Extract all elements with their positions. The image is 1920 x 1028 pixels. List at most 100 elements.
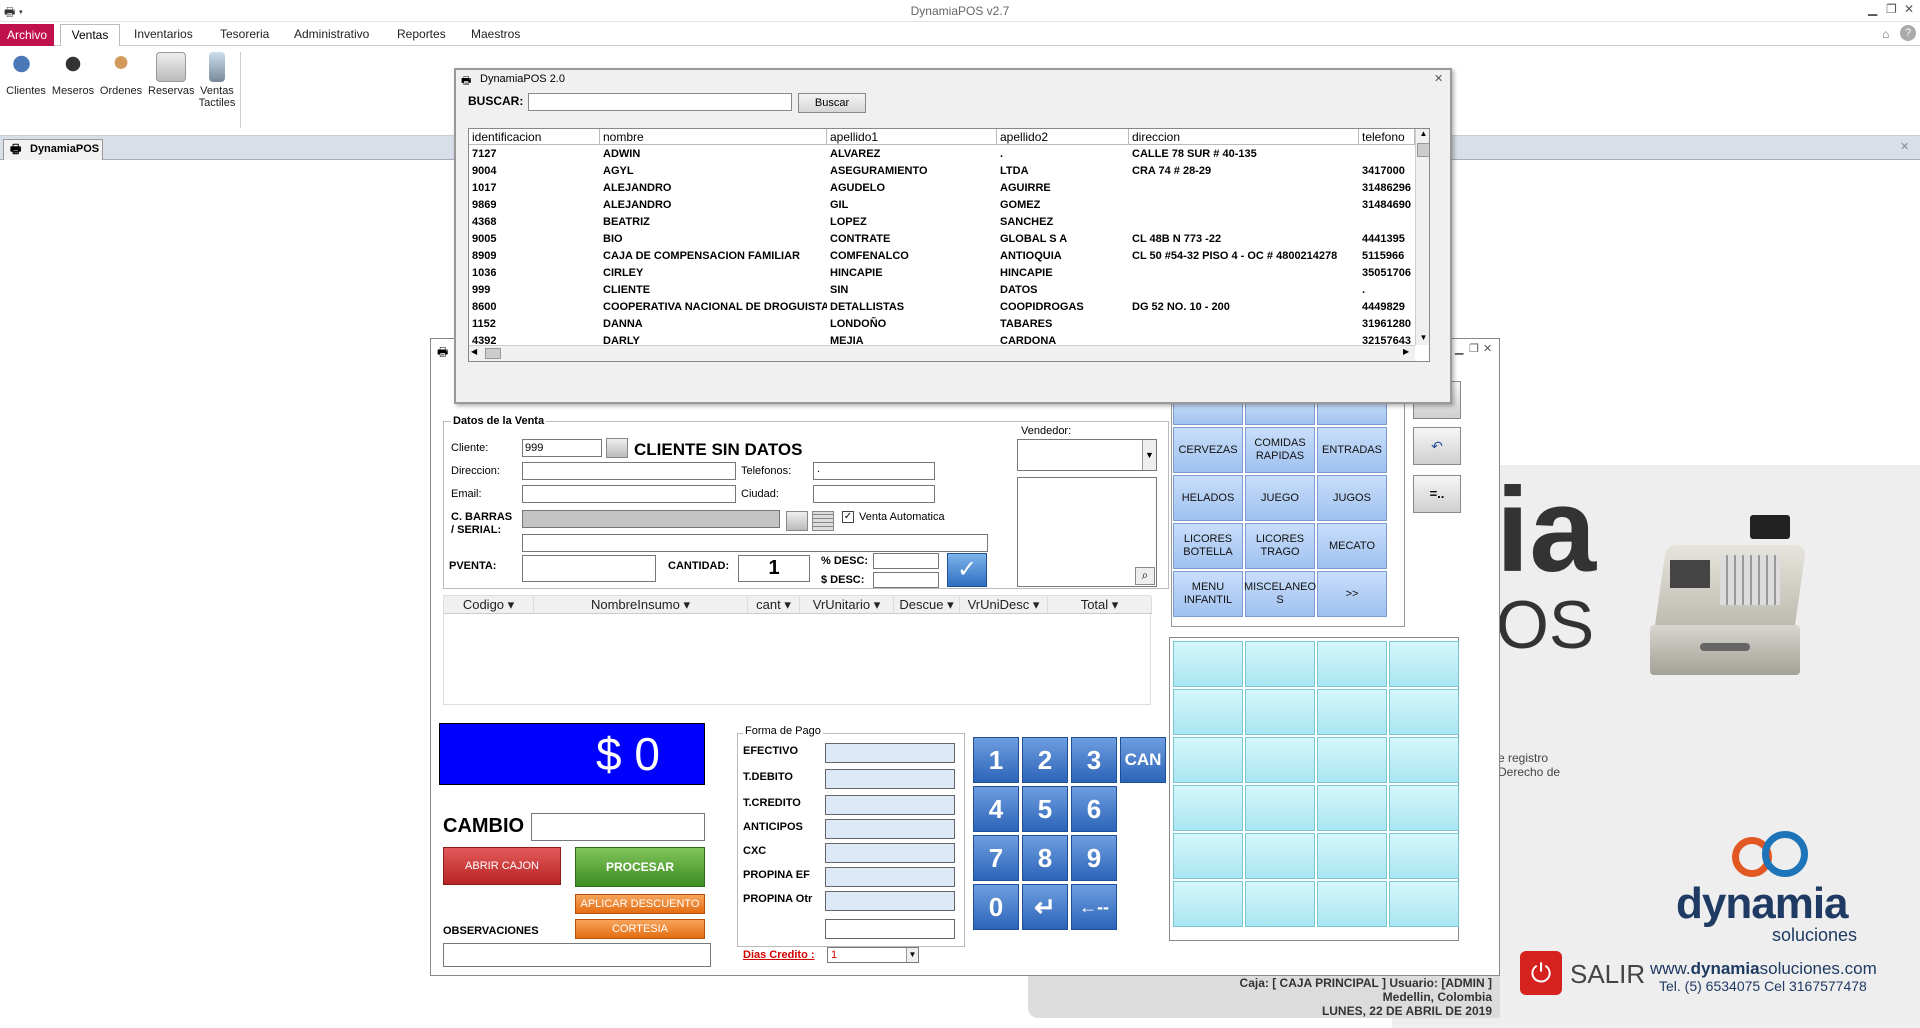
col-nombreinsumo[interactable]: NombreInsumo ▾ [534, 596, 748, 613]
key-backspace[interactable]: ←-- [1071, 884, 1117, 930]
scroll-down-icon[interactable]: ▼ [1416, 333, 1429, 345]
product-slot[interactable] [1173, 785, 1243, 831]
product-slot[interactable] [1173, 881, 1243, 927]
scroll-right-icon[interactable]: ▶ [1403, 347, 1409, 356]
result-row[interactable]: 8909 CAJA DE COMPENSACION FAMILIAR COMFENA… [469, 248, 1415, 265]
key-enter[interactable]: ↵ [1022, 884, 1068, 930]
cambio-input[interactable] [531, 813, 705, 841]
key-7[interactable]: 7 [973, 835, 1019, 881]
telefonos-input[interactable]: . [813, 462, 935, 480]
col-total[interactable]: Total ▾ [1048, 596, 1152, 613]
col-apellido2[interactable]: apellido2 [997, 129, 1129, 145]
clientes-button[interactable]: Clientes [3, 52, 49, 97]
efectivo-input[interactable] [825, 743, 955, 763]
cliente-input[interactable]: 999 [522, 439, 602, 457]
key-4[interactable]: 4 [973, 786, 1019, 832]
col-identificacion[interactable]: identificacion [469, 129, 600, 145]
collapse-ribbon-icon[interactable]: ⌂ [1882, 27, 1889, 41]
result-row[interactable]: 9869 ALEJANDRO GIL GOMEZ 31484690 [469, 197, 1415, 214]
col-vrunidesc[interactable]: VrUniDesc ▾ [960, 596, 1048, 613]
anticipos-input[interactable] [825, 819, 955, 839]
cxc-input[interactable] [825, 843, 955, 863]
calculator-button[interactable]: =.. [1413, 475, 1461, 513]
key-6[interactable]: 6 [1071, 786, 1117, 832]
dias-credito-select[interactable]: 1 ▼ [827, 947, 919, 963]
tab-dynamiapos[interactable]: 🖶 DynamiaPOS [3, 139, 103, 160]
result-row[interactable]: 999 CLIENTE SIN DATOS. [469, 282, 1415, 299]
menu-maestros[interactable]: Maestros [471, 27, 520, 41]
key-5[interactable]: 5 [1022, 786, 1068, 832]
product-slot[interactable] [1317, 833, 1387, 879]
help-icon[interactable]: ? [1900, 25, 1916, 41]
agregar-producto-icon[interactable] [786, 511, 808, 531]
result-row[interactable]: 8600 COOPERATIVA NACIONAL DE DROGUISTA DET… [469, 299, 1415, 316]
key-0[interactable]: 0 [973, 884, 1019, 930]
col-direccion[interactable]: direccion [1129, 129, 1359, 145]
result-row[interactable]: 1036 CIRLEY HINCAPIE HINCAPIE 35051706 [469, 265, 1415, 282]
restore-icon[interactable]: ❐ [1886, 2, 1897, 16]
product-slot[interactable] [1389, 785, 1459, 831]
reservas-button[interactable]: Reservas [148, 52, 194, 97]
pos-close-icon[interactable]: ✕ [1483, 342, 1492, 355]
col-nombre[interactable]: nombre [600, 129, 827, 145]
category-prev-row-2[interactable] [1245, 401, 1315, 425]
close-icon[interactable]: ✕ [1904, 2, 1914, 16]
key-2[interactable]: 2 [1022, 737, 1068, 783]
valor-desc-input[interactable] [873, 572, 939, 588]
result-row[interactable]: 9004 AGYL ASEGURAMIENTO LTDA CRA 74 # 28-29 3… [469, 163, 1415, 180]
col-telefono[interactable]: telefono [1359, 129, 1415, 145]
menu-archivo[interactable]: Archivo [0, 24, 54, 46]
scroll-up-icon[interactable]: ▲ [1416, 129, 1429, 141]
horizontal-scrollbar[interactable]: ◀ ▶ [469, 345, 1415, 361]
email-input[interactable] [522, 485, 736, 503]
product-slot[interactable] [1245, 881, 1315, 927]
serial-input[interactable] [522, 534, 988, 552]
product-slot[interactable] [1317, 641, 1387, 687]
category-comidas-rapidas[interactable]: COMIDAS RAPIDAS [1245, 427, 1315, 473]
result-row[interactable]: 1017 ALEJANDRO AGUDELO AGUIRRE 31486296 [469, 180, 1415, 197]
direccion-input[interactable] [522, 462, 736, 480]
category-juego[interactable]: JUEGO [1245, 475, 1315, 521]
propina-ef-input[interactable] [825, 867, 955, 887]
total-pago-input[interactable] [825, 919, 955, 939]
buscar-button[interactable]: Buscar [798, 93, 866, 113]
product-slot[interactable] [1389, 833, 1459, 879]
key-8[interactable]: 8 [1022, 835, 1068, 881]
product-slot[interactable] [1317, 737, 1387, 783]
product-slot[interactable] [1389, 689, 1459, 735]
vertical-scrollbar[interactable]: ▲ ▼ [1415, 129, 1429, 345]
category-entradas[interactable]: ENTRADAS [1317, 427, 1387, 473]
col-cant[interactable]: cant ▾ [748, 596, 800, 613]
product-slot[interactable] [1173, 737, 1243, 783]
menu-reportes[interactable]: Reportes [397, 27, 446, 41]
product-slot[interactable] [1245, 785, 1315, 831]
agregar-item-button[interactable]: ✓ [947, 553, 987, 587]
menu-inventarios[interactable]: Inventarios [134, 27, 193, 41]
pventa-input[interactable] [522, 555, 656, 582]
aplicar-descuento-button[interactable]: APLICAR DESCUENTO % [575, 894, 705, 928]
buscar-cliente-icon[interactable] [606, 438, 628, 458]
scroll-thumb[interactable] [1417, 143, 1429, 157]
key-3[interactable]: 3 [1071, 737, 1117, 783]
grid-icon[interactable] [812, 511, 834, 531]
tdebito-input[interactable] [825, 769, 955, 789]
product-slot[interactable] [1389, 641, 1459, 687]
undo-button[interactable]: ↶ [1413, 427, 1461, 465]
meseros-button[interactable]: Meseros [50, 52, 96, 97]
product-slot[interactable] [1317, 785, 1387, 831]
scroll-left-icon[interactable]: ◀ [471, 347, 477, 356]
result-row[interactable]: 4368 BEATRIZ LOPEZ SANCHEZ [469, 214, 1415, 231]
tcredito-input[interactable] [825, 795, 955, 815]
menu-ventas[interactable]: Ventas [60, 24, 120, 47]
category-mecato[interactable]: MECATO [1317, 523, 1387, 569]
category-jugos[interactable]: JUGOS [1317, 475, 1387, 521]
vendedor-select[interactable]: ▼ [1017, 439, 1157, 471]
observaciones-input[interactable] [443, 943, 711, 967]
porc-desc-input[interactable] [873, 553, 939, 569]
col-apellido1[interactable]: apellido1 [827, 129, 997, 145]
product-slot[interactable] [1389, 881, 1459, 927]
key-1[interactable]: 1 [973, 737, 1019, 783]
category-next-button[interactable]: >> [1317, 571, 1387, 617]
codigo-barras-input[interactable] [522, 510, 780, 528]
product-slot[interactable] [1245, 641, 1315, 687]
